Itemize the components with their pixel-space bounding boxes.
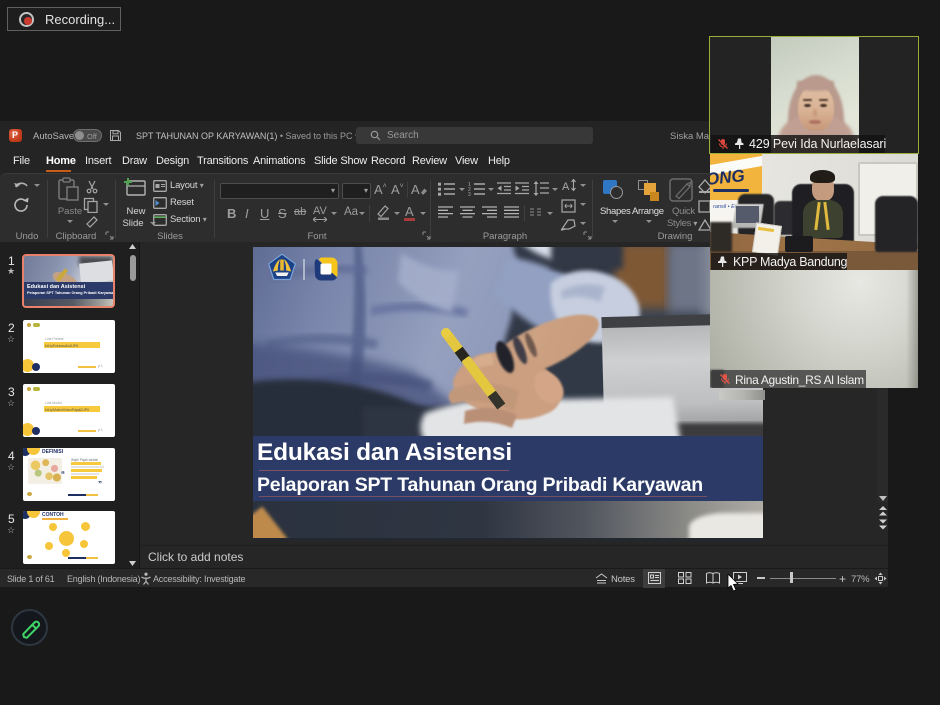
svg-text:A: A bbox=[562, 181, 570, 193]
svg-text:3: 3 bbox=[468, 192, 471, 196]
